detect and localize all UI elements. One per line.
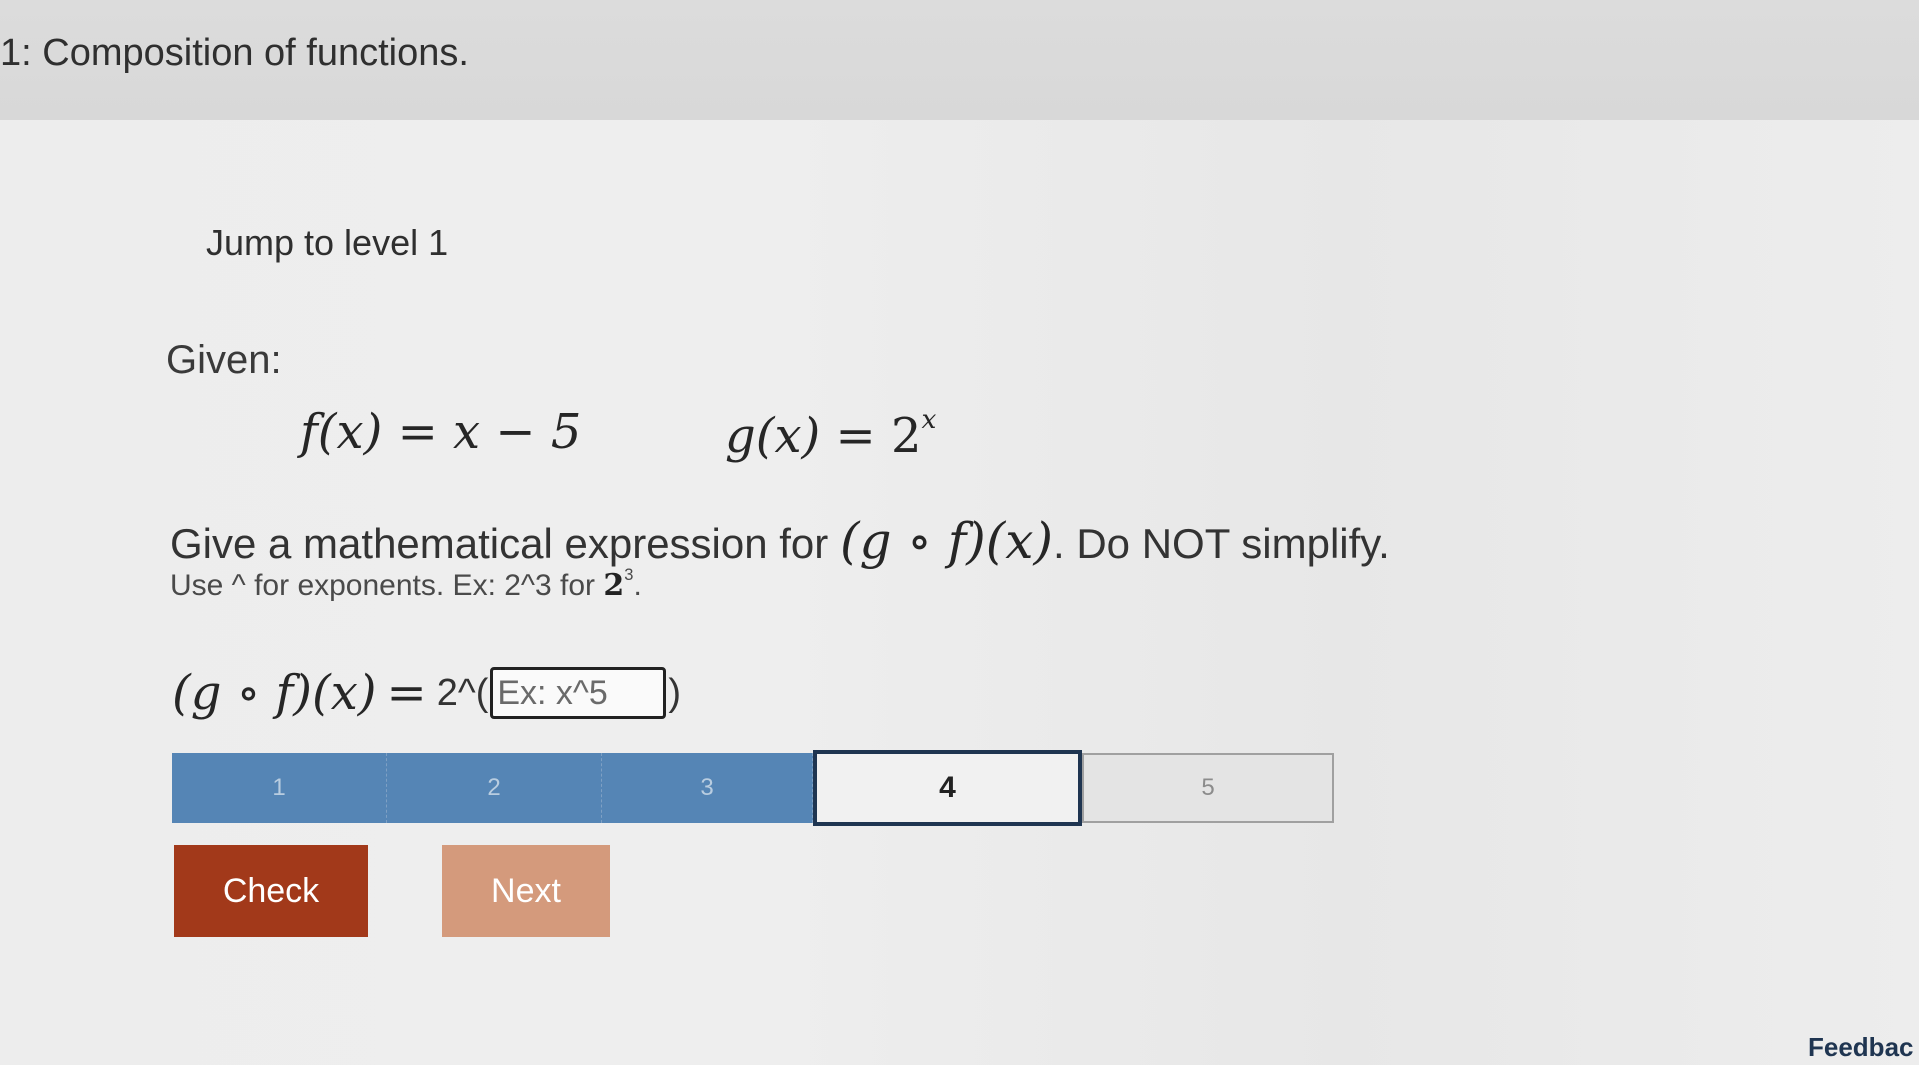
level-4-segment[interactable]: 4 bbox=[813, 750, 1082, 826]
f-definition: f(x) = x − 5 bbox=[300, 404, 582, 460]
f-lhs: f(x) bbox=[300, 404, 383, 460]
given-label: Given: bbox=[166, 338, 282, 382]
answer-lhs: (g ∘ f)(x) bbox=[172, 665, 377, 721]
prompt-math: (g ∘ f)(x) bbox=[839, 512, 1053, 570]
feedback-link[interactable]: Feedbac bbox=[1808, 1032, 1914, 1063]
level-progress-bar: 1 2 3 4 5 bbox=[172, 750, 1474, 826]
exponent-hint: Use ^ for exponents. Ex: 2^3 for 23. bbox=[170, 566, 642, 603]
level-1-segment[interactable]: 1 bbox=[172, 753, 387, 823]
level-5-segment[interactable]: 5 bbox=[1082, 753, 1334, 823]
prompt-before: Give a mathematical expression for bbox=[170, 520, 829, 567]
answer-row: (g ∘ f)(x) = 2^( ) bbox=[172, 660, 681, 726]
answer-equals: = bbox=[386, 665, 427, 721]
level-3-segment[interactable]: 3 bbox=[602, 753, 813, 823]
question-prompt: Give a mathematical expression for (g ∘ … bbox=[170, 512, 1390, 570]
prompt-after: . Do NOT simplify. bbox=[1053, 520, 1390, 567]
next-button[interactable]: Next bbox=[442, 845, 610, 937]
header-bar: 1: Composition of functions. bbox=[0, 0, 1919, 120]
f-rhs: x − 5 bbox=[453, 404, 582, 460]
check-button[interactable]: Check bbox=[174, 845, 368, 937]
activity-title: 1: Composition of functions. bbox=[0, 32, 469, 74]
g-definition: g(x) = 2x bbox=[725, 404, 937, 464]
hint-text: Use ^ for exponents. Ex: 2^3 for bbox=[170, 568, 596, 602]
page: 1: Composition of functions. Jump to lev… bbox=[0, 0, 1919, 1065]
answer-suffix: ) bbox=[668, 671, 682, 714]
g-base: 2 bbox=[891, 407, 922, 464]
g-exponent: x bbox=[921, 404, 937, 435]
g-lhs: g(x) bbox=[725, 407, 821, 464]
hint-base: 2 bbox=[603, 567, 625, 603]
answer-prefix: 2^( bbox=[436, 671, 489, 714]
answer-input[interactable] bbox=[490, 667, 667, 719]
level-2-segment[interactable]: 2 bbox=[387, 753, 602, 823]
jump-to-level-link[interactable]: Jump to level 1 bbox=[206, 222, 448, 264]
hint-after: . bbox=[633, 568, 642, 602]
